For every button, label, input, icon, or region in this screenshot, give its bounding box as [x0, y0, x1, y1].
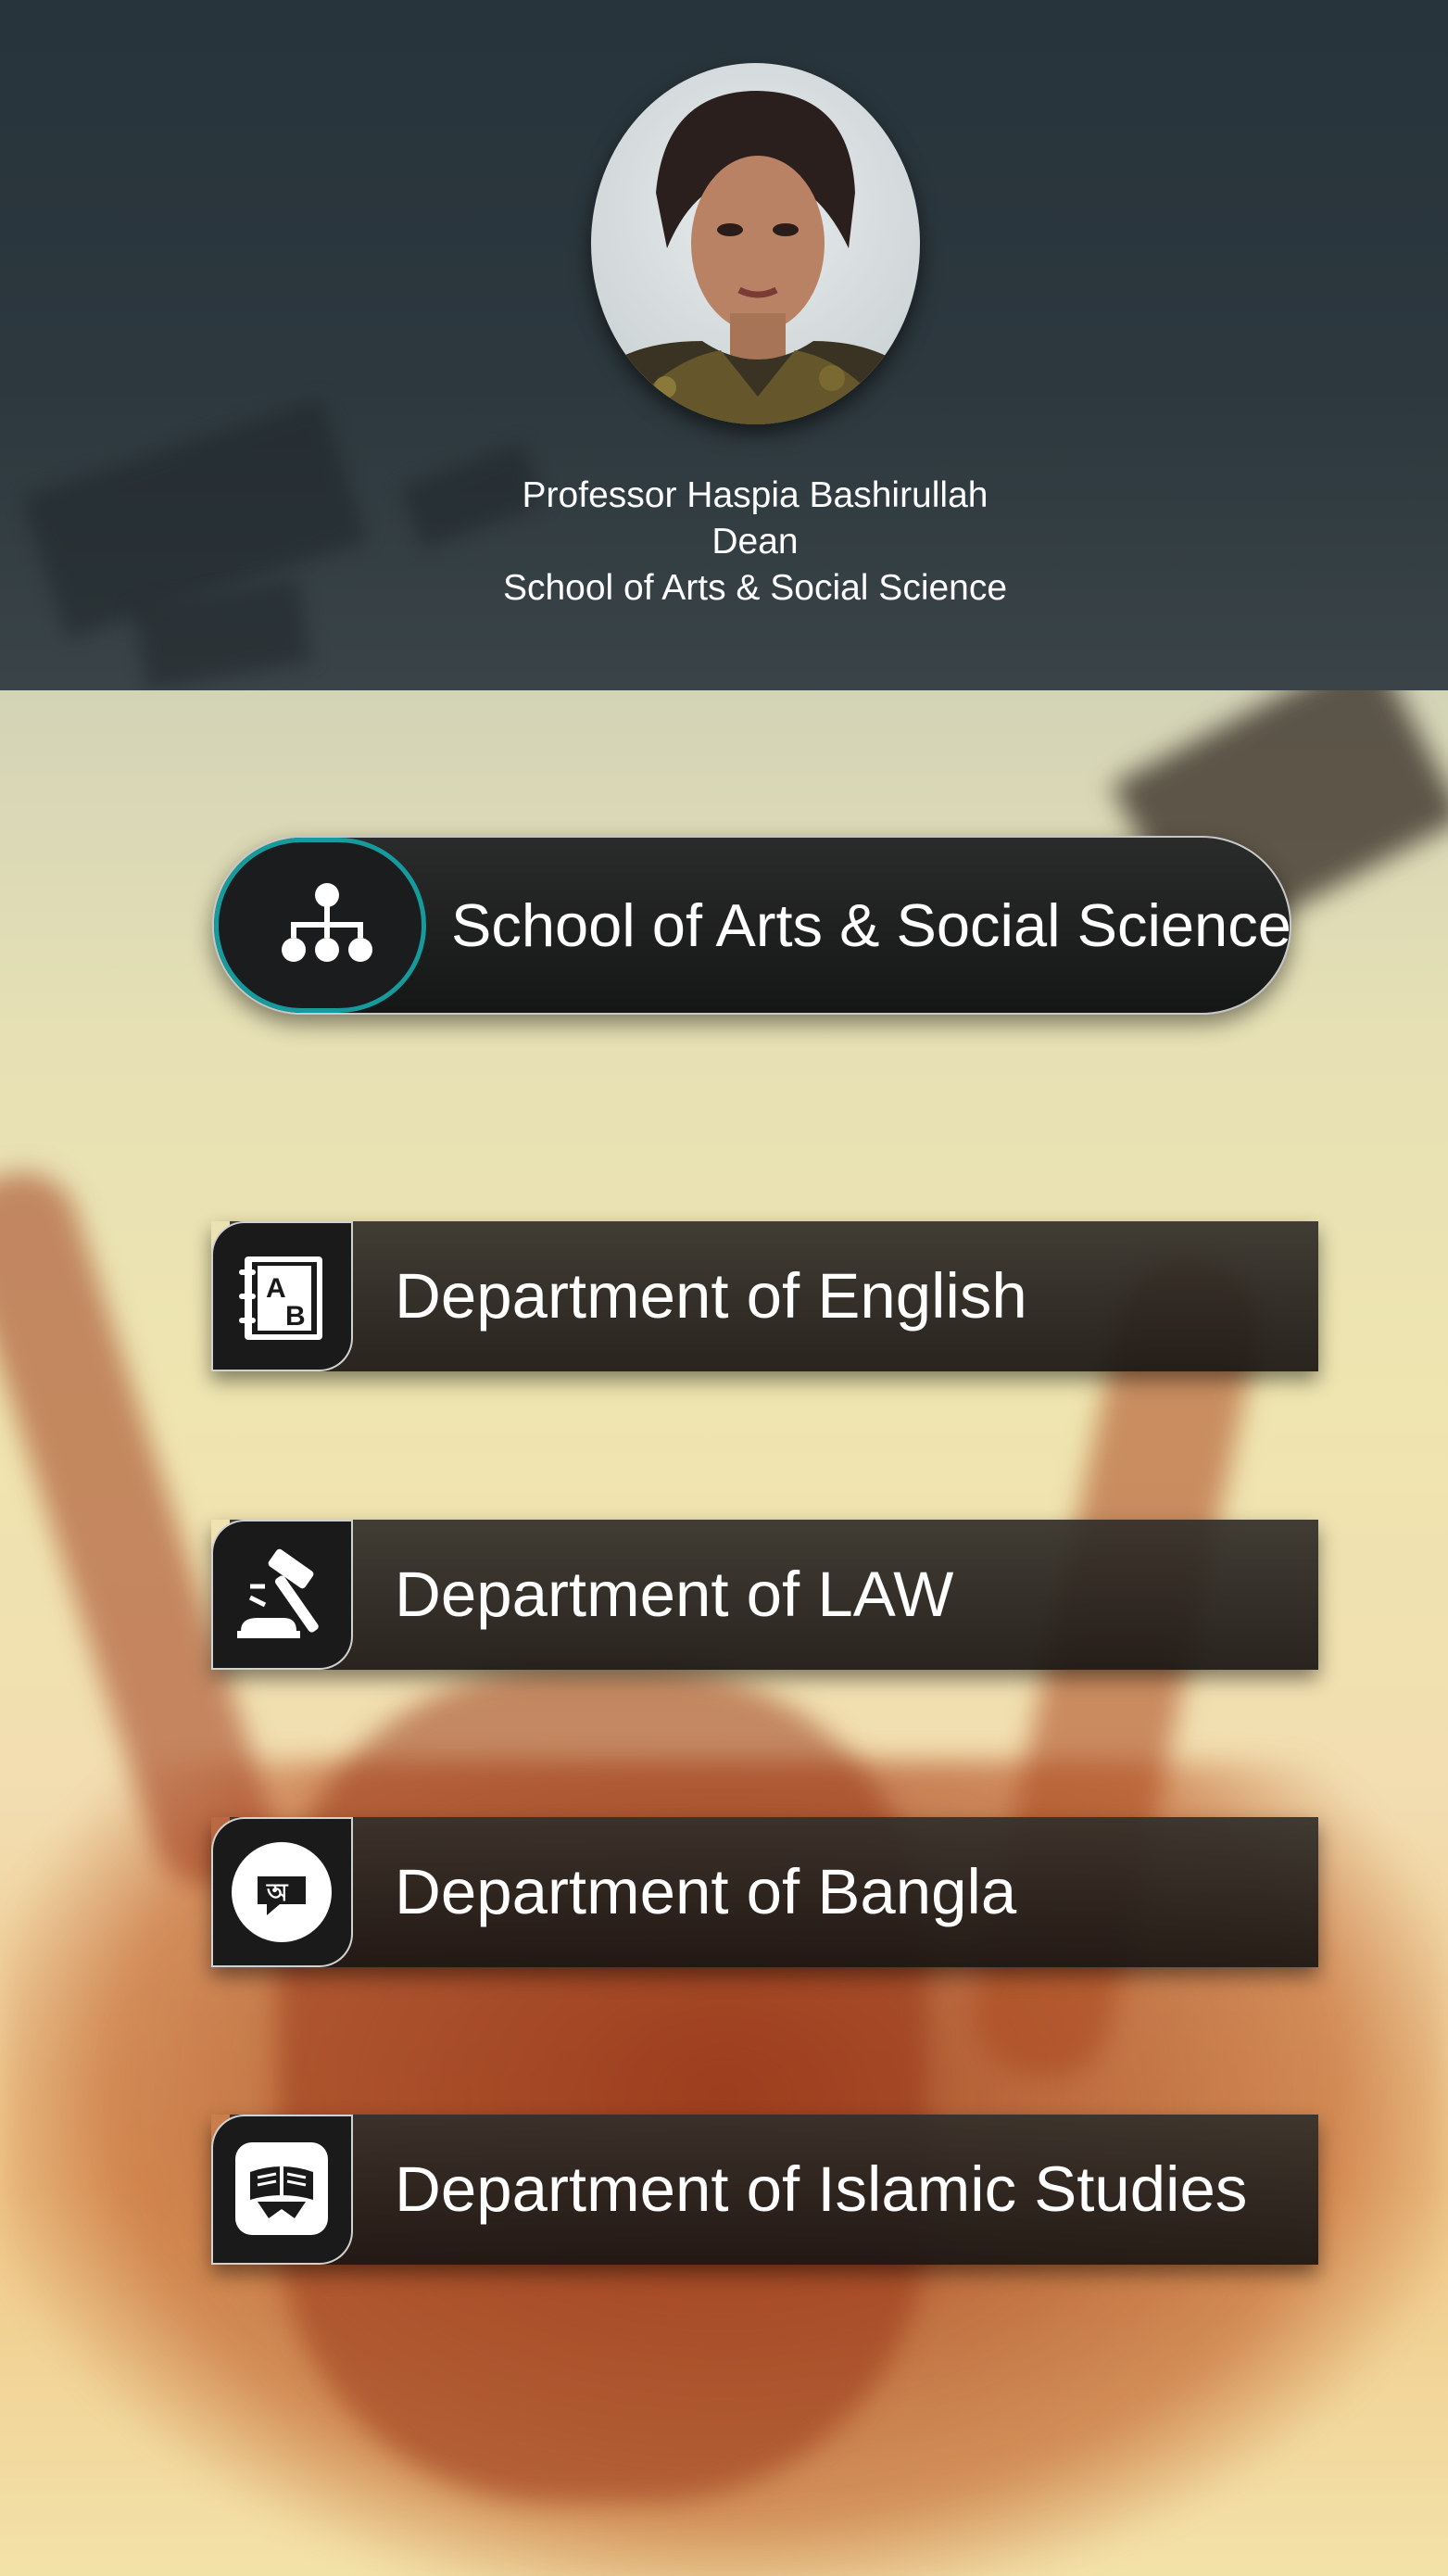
school-button[interactable]: School of Arts & Social Science — [212, 836, 1291, 1015]
department-button-islamic-studies[interactable]: Department of Islamic Studies — [211, 2115, 1318, 2265]
school-button-label: School of Arts & Social Science — [451, 891, 1291, 959]
department-label: Department of LAW — [395, 1559, 954, 1630]
department-label: Department of English — [395, 1260, 1027, 1332]
dean-name: Professor Haspia Bashirullah — [522, 475, 988, 515]
department-icon-box: অ — [211, 1817, 353, 1967]
department-icon-box — [211, 2115, 353, 2265]
dean-position: Dean — [711, 522, 799, 562]
background-figure-center — [278, 1668, 926, 2502]
dean-header: Professor Haspia Bashirullah Dean School… — [0, 0, 1448, 690]
dean-info: Professor Haspia Bashirullah Dean School… — [0, 473, 1448, 612]
department-button-bangla[interactable]: অ Department of Bangla — [211, 1817, 1318, 1967]
gavel-icon — [237, 1548, 319, 1638]
hierarchy-icon — [282, 883, 372, 962]
school-icon-box — [214, 838, 426, 1013]
svg-text:A: A — [266, 1273, 286, 1304]
department-icon-box: A B — [211, 1221, 353, 1371]
bangla-chat-icon: অ — [232, 1842, 332, 1942]
svg-text:অ: অ — [266, 1879, 289, 1907]
dean-school: School of Arts & Social Science — [502, 568, 1008, 608]
quran-book-icon — [235, 2142, 328, 2235]
department-button-law[interactable]: Department of LAW — [211, 1520, 1318, 1670]
department-label: Department of Bangla — [395, 1856, 1017, 1927]
dean-portrait — [591, 91, 920, 424]
svg-text:B: B — [285, 1301, 306, 1332]
department-button-english[interactable]: A B Department of English — [211, 1221, 1318, 1371]
department-label: Department of Islamic Studies — [395, 2153, 1248, 2225]
dean-avatar — [591, 63, 920, 424]
department-icon-box — [211, 1520, 353, 1670]
ab-notebook-icon: A B — [239, 1256, 322, 1340]
